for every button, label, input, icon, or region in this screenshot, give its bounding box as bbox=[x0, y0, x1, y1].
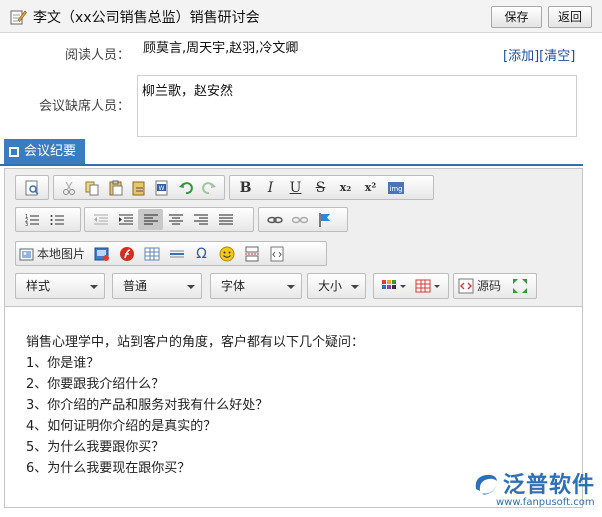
back-button[interactable]: 返回 bbox=[548, 6, 592, 28]
local-image-button[interactable]: 本地图片 bbox=[19, 243, 89, 264]
align-left-icon[interactable] bbox=[138, 209, 163, 230]
size-dropdown-label: 大小 bbox=[318, 279, 343, 293]
size-dropdown[interactable]: 大小 bbox=[307, 273, 366, 299]
content-line: 4、如何证明你介绍的是真实的？ bbox=[26, 419, 217, 434]
preview-icon[interactable] bbox=[19, 177, 44, 198]
redo-icon[interactable] bbox=[198, 177, 221, 198]
emoticon-icon[interactable] bbox=[214, 243, 239, 264]
subscript-button[interactable]: x₂ bbox=[333, 177, 358, 198]
italic-button[interactable]: I bbox=[258, 177, 283, 198]
section-divider bbox=[0, 164, 583, 166]
reader-label: 阅读人员： bbox=[64, 48, 130, 63]
format-dropdown[interactable]: 普通 bbox=[112, 273, 202, 299]
style-dropdown-label: 样式 bbox=[26, 279, 51, 293]
style-dropdown[interactable]: 样式 bbox=[15, 273, 105, 299]
clipboard-group: W bbox=[53, 175, 225, 200]
unordered-list-icon[interactable] bbox=[44, 209, 69, 230]
svg-text:img: img bbox=[389, 185, 402, 193]
indent-align-group bbox=[84, 207, 254, 232]
list-group: 123 bbox=[15, 207, 81, 232]
edit-note-icon bbox=[10, 10, 27, 25]
underline-button[interactable]: U bbox=[283, 177, 308, 198]
format-dropdown-label: 普通 bbox=[123, 279, 148, 293]
chevron-down-icon bbox=[287, 285, 295, 289]
copy-icon[interactable] bbox=[80, 177, 103, 198]
align-justify-icon[interactable] bbox=[213, 209, 238, 230]
rich-text-editor: W B I U S x₂ x² img 123 本地图片 Ω 样式 普通 字体 … bbox=[4, 168, 583, 508]
fullscreen-icon[interactable] bbox=[507, 276, 532, 297]
unlink-icon[interactable] bbox=[287, 209, 312, 230]
content-line: 2、你要跟我介绍什么？ bbox=[26, 377, 165, 392]
superscript-button[interactable]: x² bbox=[358, 177, 383, 198]
reader-actions: [添加][清空] bbox=[503, 45, 575, 64]
paste-text-icon[interactable] bbox=[127, 177, 150, 198]
horizontal-rule-icon[interactable] bbox=[164, 243, 189, 264]
color-group bbox=[373, 273, 449, 299]
bold-button[interactable]: B bbox=[233, 177, 258, 198]
fanpu-logo-icon bbox=[475, 474, 497, 495]
text-format-group: B I U S x₂ x² img bbox=[229, 175, 434, 200]
local-image-label: 本地图片 bbox=[37, 247, 86, 261]
section-icon bbox=[9, 147, 19, 157]
title-bar: 李文（xx公司销售总监）销售研讨会 保存 返回 bbox=[0, 0, 602, 33]
source-code-label: 源码 bbox=[477, 279, 502, 293]
bg-color-button[interactable] bbox=[412, 276, 446, 297]
editor-toolbar: W B I U S x₂ x² img 123 本地图片 Ω 样式 普通 字体 … bbox=[5, 169, 582, 307]
content-line: 1、你是谁？ bbox=[26, 356, 100, 371]
content-line: 3、你介绍的产品和服务对我有什么好处？ bbox=[26, 398, 269, 413]
absent-label: 会议缺席人员： bbox=[38, 99, 130, 114]
ordered-list-icon[interactable]: 123 bbox=[19, 209, 44, 230]
image-icon[interactable] bbox=[89, 243, 114, 264]
absent-field[interactable]: 柳兰歌，赵安然 bbox=[137, 75, 577, 137]
absent-value: 柳兰歌，赵安然 bbox=[142, 84, 234, 99]
align-center-icon[interactable] bbox=[163, 209, 188, 230]
insert-group: 本地图片 Ω bbox=[15, 241, 327, 266]
svg-text:3: 3 bbox=[25, 222, 28, 228]
source-code-button[interactable]: 源码 bbox=[458, 276, 507, 297]
indent-icon[interactable] bbox=[113, 209, 138, 230]
link-icon[interactable] bbox=[262, 209, 287, 230]
font-dropdown[interactable]: 字体 bbox=[210, 273, 302, 299]
paste-icon[interactable] bbox=[104, 177, 127, 198]
undo-icon[interactable] bbox=[174, 177, 197, 198]
text-color-button[interactable] bbox=[378, 276, 412, 297]
save-button[interactable]: 保存 bbox=[491, 6, 542, 28]
paste-word-icon[interactable]: W bbox=[151, 177, 174, 198]
special-char-button[interactable]: Ω bbox=[189, 243, 214, 264]
tab-meeting-minutes[interactable]: 会议纪要 bbox=[4, 139, 85, 164]
source-group: 源码 bbox=[453, 273, 537, 299]
reader-value: 顾莫言,周天宇,赵羽,冷文卿 bbox=[143, 41, 299, 56]
preview-group bbox=[15, 175, 49, 200]
link-group bbox=[258, 207, 348, 232]
svg-text:W: W bbox=[159, 185, 165, 192]
chevron-down-icon bbox=[90, 285, 98, 289]
cut-icon[interactable] bbox=[57, 177, 80, 198]
font-dropdown-label: 字体 bbox=[221, 279, 246, 293]
page-break-icon[interactable] bbox=[239, 243, 264, 264]
watermark: 泛普软件 www.fanpusoft.com bbox=[470, 465, 600, 513]
clear-format-icon[interactable]: img bbox=[383, 177, 408, 198]
table-icon[interactable] bbox=[139, 243, 164, 264]
watermark-brand: 泛普软件 bbox=[503, 473, 596, 498]
content-line: 5、为什么我要跟你买？ bbox=[26, 440, 165, 455]
watermark-url: www.fanpusoft.com bbox=[496, 497, 595, 508]
anchor-flag-icon[interactable] bbox=[312, 209, 337, 230]
outdent-icon[interactable] bbox=[88, 209, 113, 230]
strikethrough-button[interactable]: S bbox=[308, 177, 333, 198]
align-right-icon[interactable] bbox=[188, 209, 213, 230]
tab-label: 会议纪要 bbox=[24, 144, 77, 159]
window-title: 李文（xx公司销售总监）销售研讨会 bbox=[33, 10, 260, 26]
clear-reader-link[interactable]: [清空] bbox=[539, 49, 575, 64]
chevron-down-icon bbox=[351, 285, 359, 289]
code-snippet-icon[interactable] bbox=[264, 243, 289, 264]
flash-icon[interactable] bbox=[114, 243, 139, 264]
add-reader-link[interactable]: [添加] bbox=[503, 49, 539, 64]
content-line: 销售心理学中，站到客户的角度，客户都有以下几个疑问： bbox=[26, 335, 365, 350]
chevron-down-icon bbox=[187, 285, 195, 289]
